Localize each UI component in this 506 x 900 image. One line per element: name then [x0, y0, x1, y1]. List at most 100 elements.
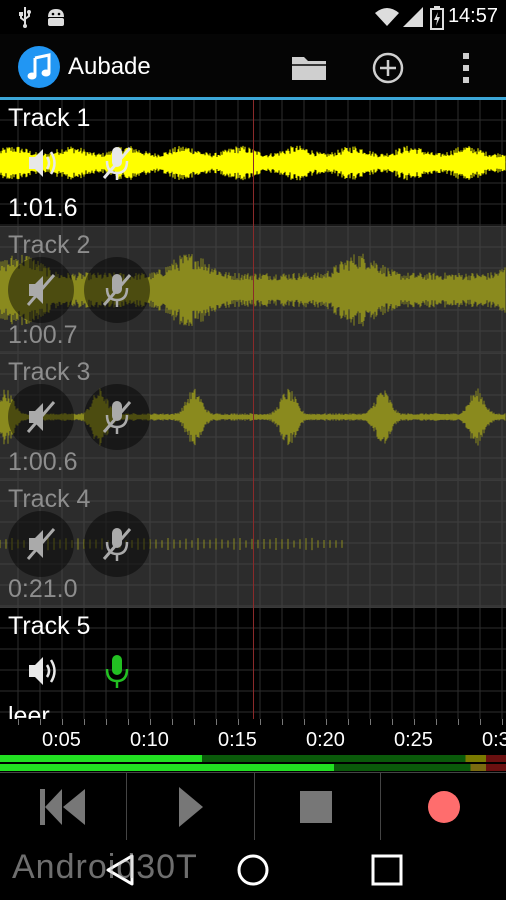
- timeline-tick: 0:25: [394, 729, 433, 751]
- timeline-tick-mark: [348, 719, 349, 725]
- speaker-shape: [29, 657, 43, 685]
- mic-arm-button[interactable]: [84, 638, 150, 704]
- timeline-tick-mark: [172, 719, 173, 725]
- timeline-tick-mark: [128, 719, 129, 725]
- stop-button[interactable]: [255, 773, 380, 841]
- mic-muted-icon: [84, 384, 150, 450]
- timeline-tick-mark: [238, 719, 239, 725]
- timeline-tick-mark: [480, 719, 481, 725]
- timeline-tick: 0:3: [482, 729, 506, 751]
- nav-home-button[interactable]: [233, 852, 273, 888]
- mic-arm-button[interactable]: [84, 257, 150, 323]
- timeline-tick-mark: [216, 719, 217, 725]
- stop-icon: [300, 791, 332, 823]
- playhead[interactable]: [253, 100, 254, 719]
- battery-icon: [430, 6, 444, 30]
- record-icon: [428, 791, 460, 823]
- speaker-wave: [49, 659, 56, 683]
- app-title: Aubade: [68, 53, 151, 80]
- speaker-shape: [29, 149, 43, 177]
- timeline-tick-mark: [260, 719, 261, 725]
- track-name: Track 2: [8, 231, 91, 259]
- timeline-tick-mark: [150, 719, 151, 725]
- timeline-tick-mark: [326, 719, 327, 725]
- add-track-button[interactable]: [368, 48, 408, 88]
- timeline-tick-mark: [392, 719, 393, 725]
- home-icon: [237, 854, 269, 886]
- track-name: Track 3: [8, 358, 91, 386]
- track-name: Track 1: [8, 104, 91, 132]
- speaker-toggle-button[interactable]: [8, 384, 74, 450]
- speaker-toggle-button[interactable]: [8, 257, 74, 323]
- status-bar: 14:57: [0, 0, 506, 34]
- play-button[interactable]: [127, 773, 254, 841]
- timeline-ruler[interactable]: 0:05 0:10 0:15 0:20 0:25 0:3: [0, 719, 506, 755]
- timeline-tick-mark: [62, 719, 63, 725]
- rewind-to-start-icon: [40, 789, 85, 825]
- app-bar: Aubade: [0, 34, 506, 98]
- track-duration: 0:21.0: [8, 575, 78, 603]
- watermark: Android30T: [12, 848, 198, 886]
- music-note-icon: [18, 46, 60, 88]
- usb-icon: [19, 7, 31, 28]
- timeline-tick-mark: [304, 719, 305, 725]
- mic-capsule: [112, 655, 122, 675]
- transport-bar: [0, 772, 506, 841]
- timeline-tick-mark: [502, 719, 503, 725]
- level-meters: [0, 754, 506, 772]
- rewind-button[interactable]: [0, 773, 126, 841]
- wifi-icon: [375, 8, 399, 26]
- speaker-muted-icon: [8, 257, 74, 323]
- track-duration: 1:01.6: [8, 194, 78, 222]
- timeline-tick-mark: [18, 719, 19, 725]
- recents-icon: [371, 854, 403, 886]
- timeline-tick-mark: [436, 719, 437, 725]
- open-folder-button[interactable]: [290, 48, 330, 88]
- mic-muted-icon: [102, 147, 132, 180]
- overflow-menu-icon: [463, 53, 469, 83]
- speaker-icon: [29, 149, 56, 177]
- mic-arm-button[interactable]: [84, 384, 150, 450]
- level-meter-right: [0, 764, 506, 771]
- mic-muted-icon: [84, 257, 150, 323]
- timeline-tick-mark: [282, 719, 283, 725]
- speaker-toggle-button[interactable]: [8, 638, 74, 704]
- timeline-tick-mark: [40, 719, 41, 725]
- android-debug-icon: [48, 9, 64, 26]
- level-meter-left: [0, 755, 506, 762]
- track-name: Track 5: [8, 612, 91, 640]
- play-icon: [179, 787, 203, 827]
- mic-arm-button[interactable]: [84, 130, 150, 196]
- mic-arm-button[interactable]: [84, 511, 150, 577]
- timeline-tick-mark: [106, 719, 107, 725]
- track-duration: 1:00.7: [8, 321, 78, 349]
- timeline-tick-mark: [194, 719, 195, 725]
- timeline-tick-mark: [370, 719, 371, 725]
- timeline-tick-mark: [84, 719, 85, 725]
- signal-icon: [403, 7, 423, 27]
- speaker-wave: [49, 151, 56, 175]
- speaker-wave: [45, 156, 51, 170]
- track-duration: 1:00.6: [8, 448, 78, 476]
- timeline-tick: 0:20: [306, 729, 345, 751]
- speaker-muted-icon: [8, 511, 74, 577]
- level-meter-fill: [0, 755, 203, 762]
- track-name: Track 4: [8, 485, 91, 513]
- speaker-icon: [29, 657, 56, 685]
- speaker-toggle-button[interactable]: [8, 511, 74, 577]
- track-duration: leer: [8, 702, 50, 719]
- mic-armed-icon: [105, 655, 129, 688]
- timeline-tick-mark: [414, 719, 415, 725]
- overflow-menu-button[interactable]: [446, 48, 486, 88]
- timeline-tick: 0:05: [42, 729, 81, 751]
- mic-muted-icon: [84, 511, 150, 577]
- speaker-wave: [45, 664, 51, 678]
- timeline-tick: 0:10: [130, 729, 169, 751]
- record-button[interactable]: [381, 773, 506, 841]
- folder-icon: [292, 57, 326, 80]
- nav-recents-button[interactable]: [366, 852, 406, 888]
- level-meter-fill: [0, 764, 334, 771]
- speaker-toggle-button[interactable]: [8, 130, 74, 196]
- speaker-muted-icon: [8, 384, 74, 450]
- timeline-tick-mark: [458, 719, 459, 725]
